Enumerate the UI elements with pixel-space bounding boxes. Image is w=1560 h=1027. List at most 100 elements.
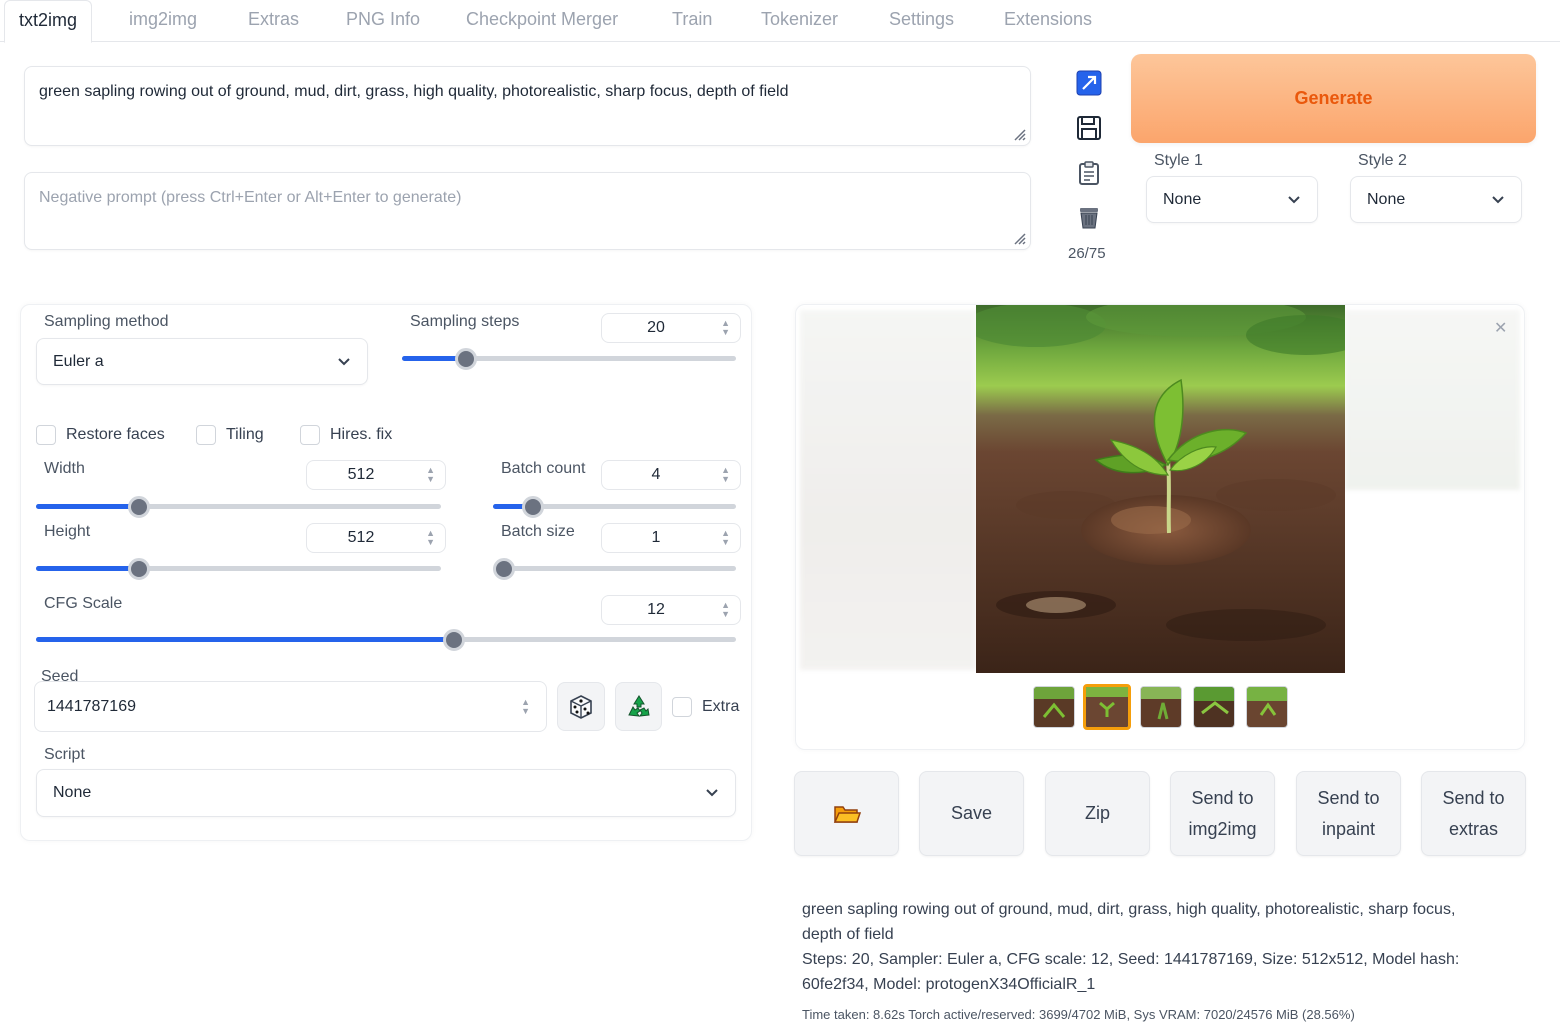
sampling-method-select[interactable]: Euler a [36, 338, 368, 385]
info-params-line1: Steps: 20, Sampler: Euler a, CFG scale: … [802, 951, 1460, 968]
restore-faces-label: Restore faces [66, 426, 165, 443]
stepper-icon[interactable]: ▲ ▼ [721, 319, 730, 337]
stepper-icon[interactable]: ▲ ▼ [426, 466, 435, 484]
chevron-down-icon [1492, 195, 1504, 203]
batch-size-slider[interactable] [493, 558, 736, 580]
style2-select[interactable]: None [1350, 176, 1522, 223]
token-counter: 26/75 [1068, 245, 1106, 262]
slider-thumb[interactable] [442, 629, 465, 651]
clear-prompt-button[interactable] [1074, 202, 1104, 232]
resize-handle-icon[interactable] [1010, 125, 1026, 141]
reuse-seed-button[interactable] [615, 682, 662, 731]
folder-icon [833, 805, 861, 823]
gallery-thumbnail[interactable] [1246, 686, 1288, 728]
send-to-extras-button[interactable]: Send to extras [1421, 771, 1526, 856]
recycle-icon [627, 694, 650, 717]
chevron-down-icon [338, 357, 350, 365]
width-slider[interactable] [36, 496, 441, 518]
tab-img2img[interactable]: img2img [115, 0, 211, 42]
slider-thumb[interactable] [493, 558, 515, 580]
sampling-method-value: Euler a [53, 352, 104, 370]
extra-checkbox[interactable] [672, 697, 692, 717]
tab-png-info[interactable]: PNG Info [332, 0, 434, 42]
generation-info: green sapling rowing out of ground, mud,… [802, 897, 1542, 997]
gallery-thumbnail[interactable] [1033, 686, 1075, 728]
random-seed-button[interactable] [557, 682, 605, 731]
arrow-icon [1076, 70, 1102, 96]
send-to-img2img-button[interactable]: Send to img2img [1170, 771, 1275, 856]
seed-input[interactable]: 1441787169 ▲ ▼ [34, 681, 547, 732]
stepper-icon[interactable]: ▲ ▼ [721, 601, 730, 619]
stepper-icon[interactable]: ▲ ▼ [426, 529, 435, 547]
thumbnail-image [1141, 687, 1181, 727]
width-value: 512 [347, 466, 375, 483]
chevron-down-icon [706, 789, 718, 797]
batch-count-input[interactable]: 4 ▲ ▼ [601, 460, 741, 490]
slider-thumb[interactable] [127, 496, 150, 518]
resize-handle-icon[interactable] [1010, 229, 1026, 245]
apply-style-button[interactable] [1074, 158, 1104, 188]
info-prompt-line1: green sapling rowing out of ground, mud,… [802, 901, 1456, 918]
thumbnail-image [1034, 687, 1074, 727]
script-label: Script [44, 746, 85, 763]
batch-count-value: 4 [651, 466, 661, 483]
stepper-icon[interactable]: ▲ ▼ [721, 529, 730, 547]
sampling-steps-slider[interactable] [402, 348, 736, 370]
paste-params-button[interactable] [1074, 68, 1104, 98]
tab-extensions[interactable]: Extensions [990, 0, 1106, 42]
height-slider[interactable] [36, 558, 441, 580]
height-input[interactable]: 512 ▲ ▼ [306, 523, 446, 553]
open-folder-button[interactable] [794, 771, 899, 856]
generate-button[interactable]: Generate [1131, 54, 1536, 143]
slider-fill [402, 356, 459, 361]
clipboard-icon [1079, 161, 1099, 185]
chevron-down-icon [1288, 195, 1300, 203]
batch-count-slider[interactable] [493, 496, 736, 518]
sampling-steps-input[interactable]: 20 ▲ ▼ [601, 313, 741, 343]
hires-fix-label: Hires. fix [330, 426, 393, 443]
slider-thumb[interactable] [521, 496, 544, 518]
slider-fill [36, 566, 134, 571]
send-to-inpaint-button[interactable]: Send to inpaint [1296, 771, 1401, 856]
close-icon[interactable]: ✕ [1494, 318, 1507, 338]
prompt-input[interactable]: green sapling rowing out of ground, mud,… [24, 66, 1031, 146]
height-label: Height [44, 523, 91, 540]
tab-train[interactable]: Train [658, 0, 726, 42]
cfg-scale-input[interactable]: 12 ▲ ▼ [601, 595, 741, 625]
batch-size-input[interactable]: 1 ▲ ▼ [601, 523, 741, 553]
save-style-button[interactable] [1074, 113, 1104, 143]
gallery-thumbnail-selected[interactable] [1083, 684, 1131, 730]
generated-image[interactable] [976, 305, 1345, 673]
tiling-checkbox[interactable] [196, 425, 216, 445]
save-button[interactable]: Save [919, 771, 1024, 856]
restore-faces-checkbox[interactable] [36, 425, 56, 445]
stepper-icon[interactable]: ▲ ▼ [721, 466, 730, 484]
floppy-disk-icon [1077, 116, 1101, 140]
style1-select[interactable]: None [1146, 176, 1318, 223]
tab-settings[interactable]: Settings [875, 0, 968, 42]
negative-prompt-input[interactable]: Negative prompt (press Ctrl+Enter or Alt… [24, 172, 1031, 250]
style2-value: None [1367, 190, 1406, 208]
gallery-thumbnail[interactable] [1193, 686, 1235, 728]
trash-icon [1080, 208, 1098, 229]
tab-checkpoint-merger[interactable]: Checkpoint Merger [452, 0, 632, 42]
cfg-scale-label: CFG Scale [44, 595, 123, 612]
stepper-icon[interactable]: ▲ ▼ [521, 697, 530, 716]
slider-thumb[interactable] [127, 558, 150, 580]
negative-prompt-placeholder: Negative prompt (press Ctrl+Enter or Alt… [39, 189, 462, 206]
tab-extras[interactable]: Extras [234, 0, 313, 42]
gallery-thumbnail[interactable] [1140, 686, 1182, 728]
thumbnail-image [1247, 687, 1287, 727]
timing-info: Time taken: 8.62s Torch active/reserved:… [802, 1007, 1355, 1022]
height-value: 512 [347, 529, 375, 546]
width-input[interactable]: 512 ▲ ▼ [306, 460, 446, 490]
tab-txt2img[interactable]: txt2img [4, 0, 93, 43]
cfg-scale-slider[interactable] [36, 629, 736, 651]
tab-tokenizer[interactable]: Tokenizer [747, 0, 852, 42]
zip-button[interactable]: Zip [1045, 771, 1150, 856]
script-select[interactable]: None [36, 769, 736, 817]
send-to-extras-line1: Send to [1442, 787, 1505, 808]
hires-fix-checkbox[interactable] [300, 425, 320, 445]
slider-thumb[interactable] [455, 348, 478, 370]
slider-fill [493, 504, 525, 509]
